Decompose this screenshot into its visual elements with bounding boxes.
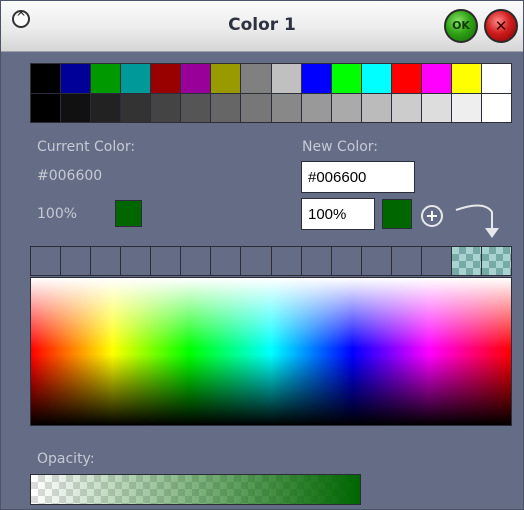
curved-arrow-down-icon <box>455 204 499 238</box>
color-spectrum-picker[interactable] <box>30 277 512 426</box>
palette-swatch[interactable] <box>121 93 151 122</box>
custom-color-slot[interactable] <box>331 247 361 275</box>
palette-swatch[interactable] <box>481 93 511 122</box>
palette-swatch[interactable] <box>181 64 211 93</box>
palette-swatch[interactable] <box>271 64 301 93</box>
custom-color-slot[interactable] <box>181 247 211 275</box>
title-bar[interactable]: ^ Color 1 OK ✕ <box>1 1 523 52</box>
palette-swatch[interactable] <box>331 93 361 122</box>
new-color-label: New Color: <box>302 139 379 155</box>
opacity-slider[interactable] <box>30 474 361 505</box>
palette-swatch[interactable] <box>91 93 121 122</box>
palette-swatch[interactable] <box>451 64 481 93</box>
custom-color-slot[interactable] <box>121 247 151 275</box>
color-picker-dialog: ^ Color 1 OK ✕ Current Color: #006600 10… <box>0 0 524 510</box>
color-palette <box>30 63 512 123</box>
add-custom-color-button[interactable]: + <box>421 205 443 227</box>
palette-swatch[interactable] <box>361 93 391 122</box>
custom-color-slot[interactable] <box>61 247 91 275</box>
custom-color-slot[interactable] <box>481 247 511 275</box>
palette-swatch[interactable] <box>481 64 511 93</box>
palette-swatch[interactable] <box>361 64 391 93</box>
current-color-label: Current Color: <box>37 139 136 155</box>
palette-swatch[interactable] <box>391 64 421 93</box>
custom-color-slot[interactable] <box>271 247 301 275</box>
current-color-swatch <box>115 200 142 227</box>
current-color-opacity: 100% <box>37 206 78 222</box>
custom-color-slot[interactable] <box>31 247 61 275</box>
palette-swatch[interactable] <box>331 64 361 93</box>
palette-swatch[interactable] <box>241 93 271 122</box>
palette-swatch[interactable] <box>421 93 451 122</box>
palette-swatch[interactable] <box>241 64 271 93</box>
custom-color-slot[interactable] <box>451 247 481 275</box>
custom-color-slot[interactable] <box>361 247 391 275</box>
custom-color-slot[interactable] <box>391 247 421 275</box>
palette-swatch[interactable] <box>151 93 181 122</box>
opacity-label: Opacity: <box>37 451 95 467</box>
palette-swatch[interactable] <box>391 93 421 122</box>
custom-color-slot[interactable] <box>241 247 271 275</box>
custom-colors-row <box>30 246 512 276</box>
palette-swatch[interactable] <box>451 93 481 122</box>
palette-swatch[interactable] <box>181 93 211 122</box>
palette-swatch[interactable] <box>61 64 91 93</box>
palette-swatch[interactable] <box>211 64 241 93</box>
new-color-swatch <box>382 199 412 229</box>
palette-swatch[interactable] <box>91 64 121 93</box>
current-color-hex: #006600 <box>37 168 103 184</box>
new-color-hex-input[interactable] <box>301 161 415 193</box>
palette-swatch[interactable] <box>211 93 241 122</box>
palette-swatch[interactable] <box>61 93 91 122</box>
palette-swatch[interactable] <box>301 64 331 93</box>
palette-swatch[interactable] <box>271 93 301 122</box>
custom-color-slot[interactable] <box>211 247 241 275</box>
close-button[interactable]: ✕ <box>484 9 518 43</box>
ok-button[interactable]: OK <box>444 9 478 43</box>
palette-swatch[interactable] <box>301 93 331 122</box>
palette-swatch[interactable] <box>31 93 61 122</box>
custom-color-slot[interactable] <box>421 247 451 275</box>
plus-circle-icon: + <box>425 206 439 225</box>
custom-color-slot[interactable] <box>91 247 121 275</box>
custom-color-slot[interactable] <box>301 247 331 275</box>
palette-swatch[interactable] <box>421 64 451 93</box>
palette-swatch[interactable] <box>151 64 181 93</box>
palette-swatch[interactable] <box>31 64 61 93</box>
custom-color-slot[interactable] <box>151 247 181 275</box>
new-color-opacity-input[interactable] <box>301 198 375 230</box>
palette-swatch[interactable] <box>121 64 151 93</box>
